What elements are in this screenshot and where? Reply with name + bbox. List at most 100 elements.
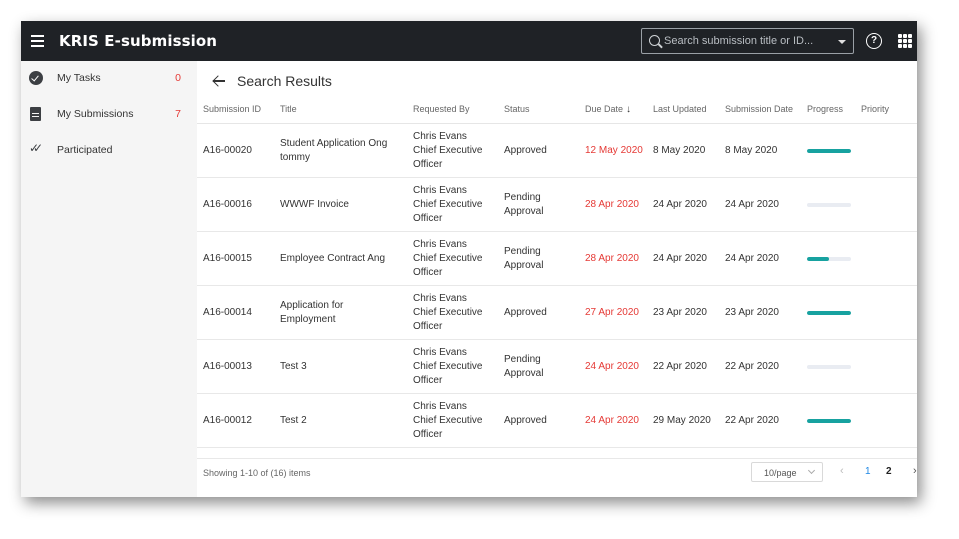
requester-name-cell: Chris Evans [413,131,467,142]
chevron-down-icon [807,466,816,475]
submission-id-cell: A16-00020 [203,145,252,156]
back-arrow-icon[interactable] [211,73,227,89]
status-cell: Pending [504,246,541,257]
requester-role-cell: Chief Executive [413,253,483,264]
app-title: KRIS E-submission [59,32,218,50]
sidebar-item-count: 0 [175,72,181,84]
requester-role-cell-line2: Officer [413,213,443,224]
submission-id-cell: A16-00014 [203,307,252,318]
title-cell: Test 3 [280,361,307,372]
table-row[interactable]: A16-00020 Student Application Ong tommy Chr… [197,124,917,178]
progress-bar [807,149,851,153]
submission-id-cell: A16-00013 [203,361,252,372]
pagination-bar: Showing 1-10 of (16) items 10/page ‹ 1 2… [197,457,917,497]
submission-id-cell: A16-00012 [203,415,252,426]
column-header-submission-date[interactable]: Submission Date [725,104,793,124]
submission-date-cell: 8 May 2020 [725,145,778,156]
column-header-due-date[interactable]: Due Date ↓ [585,104,631,124]
submission-date-cell: 22 Apr 2020 [725,361,779,372]
requester-name-cell: Chris Evans [413,185,467,196]
due-date-cell: 12 May 2020 [585,145,643,156]
title-cell: Student Application Ong [280,138,388,149]
footer-divider [197,458,917,459]
help-icon[interactable]: ? [866,33,882,49]
top-bar: KRIS E-submission ? [21,21,917,61]
main-content: Search Results Submission ID Title Reque… [197,61,917,497]
double-check-icon: ✓✓ [29,141,43,155]
title-cell: Application for [280,300,344,311]
sidebar-item-my-submissions[interactable]: My Submissions 7 [21,100,197,130]
status-cell: Approved [504,145,547,156]
requester-name-cell: Chris Evans [413,401,467,412]
progress-bar [807,419,851,423]
progress-bar-fill [807,419,851,423]
status-cell-line2: Approval [504,368,544,379]
status-cell: Approved [504,307,547,318]
status-cell-line2: Approval [504,206,544,217]
page-2-button[interactable]: 2 [886,466,892,477]
table-row[interactable]: A16-00014 Application for Employment Chris … [197,286,917,340]
search-input[interactable] [664,32,834,50]
sidebar-item-label: My Tasks [57,72,101,84]
sidebar-item-label: My Submissions [57,108,134,120]
page-size-value: 10/page [764,468,797,478]
search-box[interactable] [641,28,854,54]
requester-name-cell: Chris Evans [413,239,467,250]
apps-grid-icon[interactable] [898,34,912,48]
submission-date-cell: 23 Apr 2020 [725,307,779,318]
status-cell: Pending [504,354,541,365]
last-updated-cell: 22 Apr 2020 [653,361,707,372]
next-page-button[interactable]: › [913,465,917,477]
sort-down-icon[interactable]: ↓ [626,104,631,115]
due-date-cell: 24 Apr 2020 [585,415,639,426]
column-header-submission-id[interactable]: Submission ID [203,104,261,124]
column-header-requested-by[interactable]: Requested By [413,104,470,124]
title-cell: WWWF Invoice [280,199,349,210]
requester-role-cell-line2: Officer [413,267,443,278]
requester-role-cell-line2: Officer [413,375,443,386]
submission-date-cell: 24 Apr 2020 [725,199,779,210]
requester-role-cell: Chief Executive [413,145,483,156]
due-date-cell: 28 Apr 2020 [585,199,639,210]
hamburger-menu-icon[interactable] [31,35,44,47]
submission-id-cell: A16-00016 [203,199,252,210]
requester-role-cell-line2: Officer [413,429,443,440]
due-date-cell: 28 Apr 2020 [585,253,639,264]
column-header-last-updated[interactable]: Last Updated [653,104,707,124]
document-icon [30,107,41,121]
page-1-button[interactable]: 1 [865,466,871,477]
check-circle-icon [29,71,43,85]
table-row[interactable]: A16-00012 Test 2 Chris Evans Chief Executiv… [197,394,917,448]
requester-role-cell: Chief Executive [413,415,483,426]
last-updated-cell: 24 Apr 2020 [653,253,707,264]
title-cell: Employee Contract Ang [280,253,386,264]
submission-date-cell: 22 Apr 2020 [725,415,779,426]
title-cell-line2: tommy [280,152,310,163]
submission-date-cell: 24 Apr 2020 [725,253,779,264]
chevron-down-icon[interactable] [838,40,846,44]
requester-role-cell: Chief Executive [413,361,483,372]
sidebar-item-label: Participated [57,144,113,156]
table-row[interactable]: A16-00015 Employee Contract Ang Chris Evan… [197,232,917,286]
due-date-cell: 24 Apr 2020 [585,361,639,372]
progress-bar [807,203,851,207]
table-row[interactable]: A16-00016 WWWF Invoice Chris Evans Chief Ex… [197,178,917,232]
requester-name-cell: Chris Evans [413,347,467,358]
page-size-select[interactable]: 10/page [751,462,823,482]
progress-bar-fill [807,257,829,261]
sidebar-item-my-tasks[interactable]: My Tasks 0 [21,64,197,94]
column-header-label: Due Date [585,104,624,114]
sidebar: My Tasks 0 My Submissions 7 ✓✓ Participa… [21,61,197,497]
status-cell: Approved [504,415,547,426]
last-updated-cell: 29 May 2020 [653,415,711,426]
column-header-priority[interactable]: Priority [861,104,889,124]
submission-id-cell: A16-00015 [203,253,252,264]
column-header-title[interactable]: Title [280,104,297,124]
last-updated-cell: 24 Apr 2020 [653,199,707,210]
previous-page-button[interactable]: ‹ [840,465,844,477]
sidebar-item-participated[interactable]: ✓✓ Participated [21,136,197,166]
column-header-progress[interactable]: Progress [807,104,843,124]
column-header-status[interactable]: Status [504,104,530,124]
table-row[interactable]: A16-00013 Test 3 Chris Evans Chief Executiv… [197,340,917,394]
items-count-text: Showing 1-10 of (16) items [203,468,311,478]
